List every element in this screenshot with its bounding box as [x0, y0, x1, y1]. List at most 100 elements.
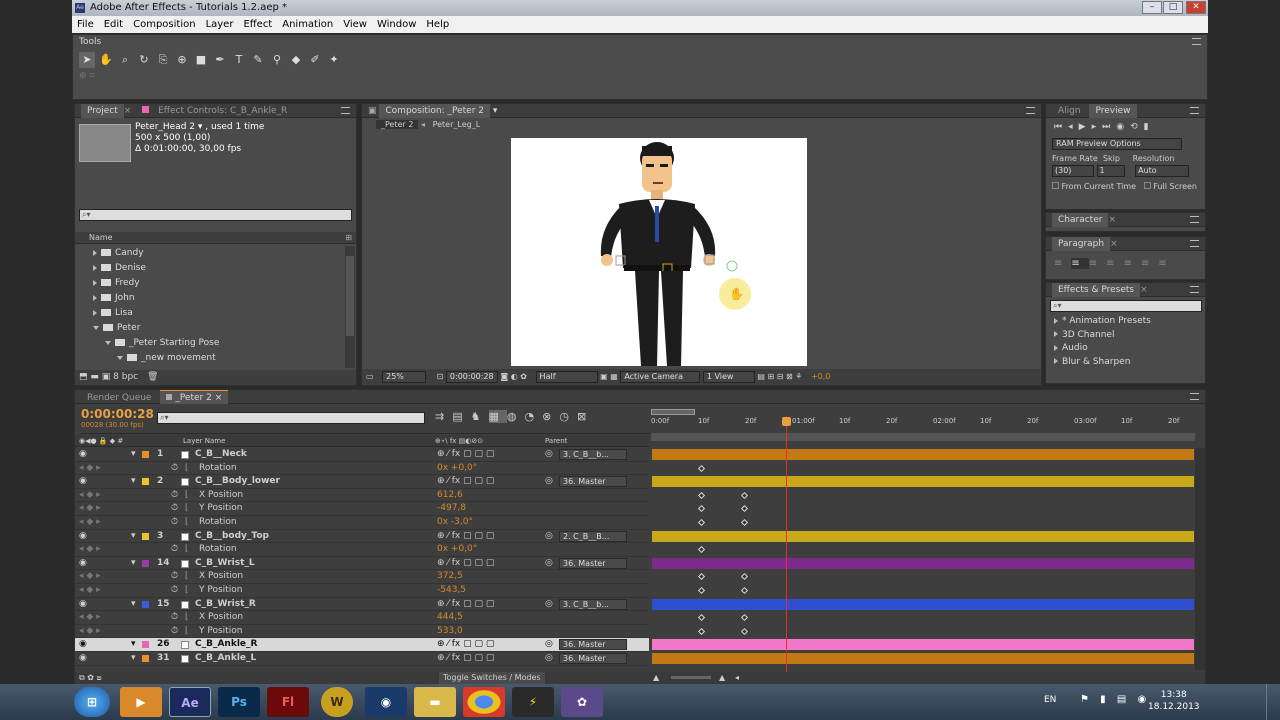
pan-behind-tool-icon[interactable]: ⊕ — [174, 52, 190, 68]
keyframe-nav-icon[interactable]: ◂ ◆ ▸ — [79, 625, 101, 639]
layer-switches[interactable]: ⊕ ⁄ fx ▢ ▢ ▢ — [437, 448, 494, 462]
layer-duration-bar[interactable] — [652, 653, 1194, 664]
eraser-tool-icon[interactable]: ◆ — [288, 52, 304, 68]
justify-all-icon[interactable]: ≡ — [1158, 258, 1175, 269]
zoom-slider[interactable] — [671, 676, 711, 679]
layer-row[interactable]: ◉ ▾ 26 C_B_Ankle_R ⊕ ⁄ fx ▢ ▢ ▢ ◎ 36. Master — [75, 638, 1205, 652]
media-player-icon[interactable]: ▶ — [120, 687, 162, 717]
disclosure-triangle-icon[interactable]: ▾ — [131, 530, 136, 544]
project-search-input[interactable]: ⌕▾ — [79, 209, 352, 221]
tab-effects-presets[interactable]: Effects & Presets — [1052, 283, 1141, 297]
rotate-tool-icon[interactable]: ↻ — [136, 52, 152, 68]
menu-item-help[interactable]: Help — [421, 19, 454, 30]
layer-duration-bar[interactable] — [652, 598, 1194, 610]
last-frame-icon[interactable]: ⏭ — [1102, 122, 1116, 132]
keyframe-icon[interactable] — [697, 546, 706, 554]
stopwatch-icon[interactable]: ⏱ — [171, 516, 178, 530]
layer-duration-bar[interactable] — [652, 530, 1194, 542]
stopwatch-icon[interactable]: ⏱ — [171, 502, 178, 516]
hierarchy-icon[interactable]: ⊞ — [345, 232, 352, 244]
new-folder-icon[interactable]: ▬ — [90, 372, 99, 382]
timeline-search-input[interactable]: ⌕▾ — [157, 412, 425, 424]
label-color-icon[interactable] — [142, 559, 149, 567]
play-icon[interactable]: ▶ — [1079, 122, 1092, 132]
layer-duration-bar[interactable] — [652, 476, 1194, 488]
keyframe-icon[interactable] — [740, 505, 749, 513]
timeline-scrollbar[interactable] — [1195, 448, 1205, 670]
eye-icon[interactable]: ◉ — [79, 557, 87, 571]
menu-item-window[interactable]: Window — [372, 19, 421, 30]
layer-switches[interactable]: ⊕ ⁄ fx ▢ ▢ ▢ — [437, 530, 494, 544]
tab-character[interactable]: Character — [1052, 213, 1109, 227]
breadcrumb-peter-2[interactable]: _Peter 2 — [376, 120, 419, 129]
parent-pickwhip-icon[interactable]: ◎ — [545, 448, 553, 462]
keyframe-icon[interactable] — [697, 614, 706, 622]
transparency-icon[interactable]: ▦ — [610, 372, 618, 381]
tab-peter-2[interactable]: _Peter 2 × — [160, 390, 229, 404]
tab-preview[interactable]: Preview — [1089, 104, 1137, 118]
stopwatch-icon[interactable]: ⏱ — [171, 584, 178, 598]
panel-menu-icon[interactable] — [341, 107, 350, 114]
disclosure-triangle-icon[interactable] — [1054, 358, 1058, 364]
property-row[interactable]: ◂ ◆ ▸ ⏱ ⌊ Rotation 0x -3,0° — [75, 516, 1205, 530]
auto-keyframe-icon[interactable]: ◷ — [559, 410, 577, 423]
panel-menu-icon[interactable] — [1190, 393, 1199, 400]
property-value[interactable]: -543,5 — [437, 584, 466, 598]
channel-icon[interactable]: ✿ — [520, 372, 527, 381]
prev-frame-icon[interactable]: ◂ — [1068, 122, 1079, 132]
align-left-icon[interactable]: ≡ — [1054, 258, 1071, 269]
motion-blur-icon[interactable]: ◍ — [507, 410, 525, 423]
tab-composition[interactable]: Composition: _Peter 2 — [379, 104, 490, 118]
work-area-bar[interactable] — [651, 409, 695, 415]
tab-project[interactable]: Project — [81, 104, 124, 118]
zoom-in-icon[interactable]: ▲ — [719, 672, 725, 684]
panel-menu-icon[interactable] — [1026, 107, 1035, 114]
comp-dropdown-icon[interactable]: ▾ — [493, 106, 498, 116]
layer-name[interactable]: C_B__body_Top — [195, 530, 269, 544]
property-value[interactable]: 533,0 — [437, 625, 463, 639]
keyframe-icon[interactable] — [740, 518, 749, 527]
parent-select[interactable]: 36. Master — [559, 639, 627, 651]
property-value[interactable]: 444,5 — [437, 611, 463, 625]
after-effects-icon[interactable]: Ae — [169, 687, 211, 717]
property-value[interactable]: 0x +0,0° — [437, 543, 477, 557]
folder-icon[interactable]: ▬ — [414, 687, 456, 717]
tray-icons[interactable]: ⚑ ▮ ▤ ◉ — [1080, 694, 1150, 705]
view-layout-select[interactable]: 1 View — [702, 371, 755, 383]
keyframe-nav-icon[interactable]: ◂ ◆ ▸ — [79, 570, 101, 584]
paint-icon[interactable]: ✿ — [561, 687, 603, 717]
disclosure-triangle-icon[interactable]: ▾ — [131, 652, 136, 666]
justify-center-icon[interactable]: ≡ — [1124, 258, 1141, 269]
comp-canvas[interactable]: ✋ — [511, 138, 807, 366]
layer-name[interactable]: C_B_Ankle_L — [195, 652, 256, 666]
layer-name[interactable]: C_B__Neck — [195, 448, 247, 462]
parent-pickwhip-icon[interactable]: ◎ — [545, 652, 553, 666]
property-row[interactable]: ◂ ◆ ▸ ⏱ ⌊ Rotation 0x +0,0° — [75, 461, 1205, 476]
stopwatch-icon[interactable]: ⏱ — [171, 625, 178, 639]
layer-switches[interactable]: ⊕ ⁄ fx ▢ ▢ ▢ — [437, 598, 494, 612]
show-snapshot-icon[interactable]: ◐ — [511, 372, 518, 381]
show-desktop-button[interactable] — [1266, 684, 1280, 720]
first-frame-icon[interactable]: ⏮ — [1054, 122, 1068, 132]
property-row[interactable]: ◂ ◆ ▸ ⏱ ⌊ X Position 612,6 — [75, 488, 1205, 503]
render-icon[interactable]: ⊠ — [577, 410, 594, 423]
resolution-select[interactable]: Half — [535, 371, 598, 383]
disclosure-triangle-icon[interactable] — [1054, 331, 1058, 337]
project-item[interactable]: John — [89, 291, 344, 306]
flash-icon[interactable]: Fl — [267, 687, 309, 717]
bolt-icon[interactable]: ⚡ — [512, 687, 554, 717]
menu-item-effect[interactable]: Effect — [238, 19, 277, 30]
cinema-icon[interactable]: ◉ — [365, 687, 407, 717]
maximize-button[interactable]: □ — [1163, 1, 1183, 14]
minimize-button[interactable]: – — [1142, 1, 1162, 14]
stopwatch-icon[interactable]: ⏱ — [171, 489, 178, 503]
breadcrumb-peter-leg-l[interactable]: Peter_Leg_L — [428, 120, 486, 129]
time-ruler[interactable]: 0:00f 10f 20f 01:00f 10f 20f 02:00f 10f 20f 03:00… — [651, 407, 1195, 441]
panel-menu-icon[interactable] — [1190, 286, 1199, 293]
pen-tool-icon[interactable]: ✒ — [212, 52, 228, 68]
menu-item-file[interactable]: File — [72, 19, 99, 30]
project-item[interactable]: Fredy — [89, 276, 344, 291]
layer-name[interactable]: C_B_Wrist_R — [195, 598, 256, 612]
layer-switches[interactable]: ⊕ ⁄ fx ▢ ▢ ▢ — [437, 557, 494, 571]
keyframe-icon[interactable] — [697, 586, 706, 595]
